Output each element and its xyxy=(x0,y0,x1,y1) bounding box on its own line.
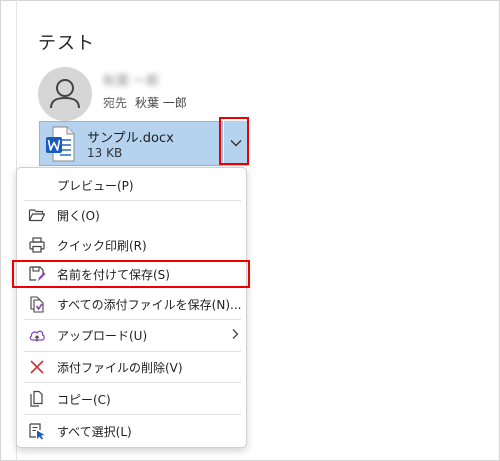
menu-item-upload[interactable]: アップロード(U) xyxy=(17,322,246,348)
printer-icon xyxy=(29,237,45,253)
menu-item-label: コピー(C) xyxy=(57,393,111,407)
menu-item-label: アップロード(U) xyxy=(57,329,148,343)
recipient-name[interactable]: 秋葉 一郎 xyxy=(135,96,187,110)
menu-item-open[interactable]: 開く(O) xyxy=(17,202,246,228)
folder-open-icon xyxy=(28,209,46,222)
menu-separator xyxy=(24,319,241,320)
person-icon xyxy=(50,79,80,109)
select-all-icon xyxy=(29,423,45,440)
copy-icon xyxy=(30,390,43,407)
to-label: 宛先 xyxy=(103,96,128,110)
attachment-card[interactable]: サンプル.docx 13 KB xyxy=(39,121,223,166)
email-subject: テスト xyxy=(38,33,95,54)
menu-item-label: 開く(O) xyxy=(57,209,100,223)
word-doc-icon xyxy=(46,126,75,162)
menu-separator xyxy=(24,382,241,383)
menu-item-label: プレビュー(P) xyxy=(57,179,134,193)
sender-name[interactable]: 秋葉 一郎 xyxy=(103,70,159,89)
save-all-icon xyxy=(30,296,44,313)
chevron-right-icon xyxy=(232,329,239,339)
recipient-line: 宛先 秋葉 一郎 xyxy=(103,94,187,111)
menu-separator xyxy=(24,200,241,201)
menu-item-select-all[interactable]: すべて選択(L) xyxy=(17,418,246,444)
menu-separator xyxy=(24,351,241,352)
menu-item-preview[interactable]: プレビュー(P) xyxy=(17,172,246,198)
delete-x-icon xyxy=(30,360,44,374)
menu-item-quick-print[interactable]: クイック印刷(R) xyxy=(17,232,246,258)
dropdown-highlight-box xyxy=(219,117,249,165)
menu-item-save-all-attachments[interactable]: すべての添付ファイルを保存(N)... xyxy=(17,291,246,317)
menu-item-copy[interactable]: コピー(C) xyxy=(17,386,246,412)
menu-item-label: 添付ファイルの削除(V) xyxy=(57,361,183,375)
menu-separator xyxy=(24,414,241,415)
attachment-size: 13 KB xyxy=(87,146,123,160)
menu-item-label: クイック印刷(R) xyxy=(57,239,147,253)
attachment-filename: サンプル.docx xyxy=(87,131,174,146)
menu-item-label: すべて選択(L) xyxy=(57,425,132,439)
menu-item-delete-attachment[interactable]: 添付ファイルの削除(V) xyxy=(17,354,246,380)
cloud-upload-icon xyxy=(29,330,45,342)
attachment-context-menu: プレビュー(P) 開く(O) クイック印刷(R) 名前を付けて保存(S) すべて… xyxy=(16,167,247,448)
avatar[interactable] xyxy=(38,67,92,121)
menu-item-label: すべての添付ファイルを保存(N)... xyxy=(57,298,242,312)
save-as-highlight-box xyxy=(12,260,250,288)
